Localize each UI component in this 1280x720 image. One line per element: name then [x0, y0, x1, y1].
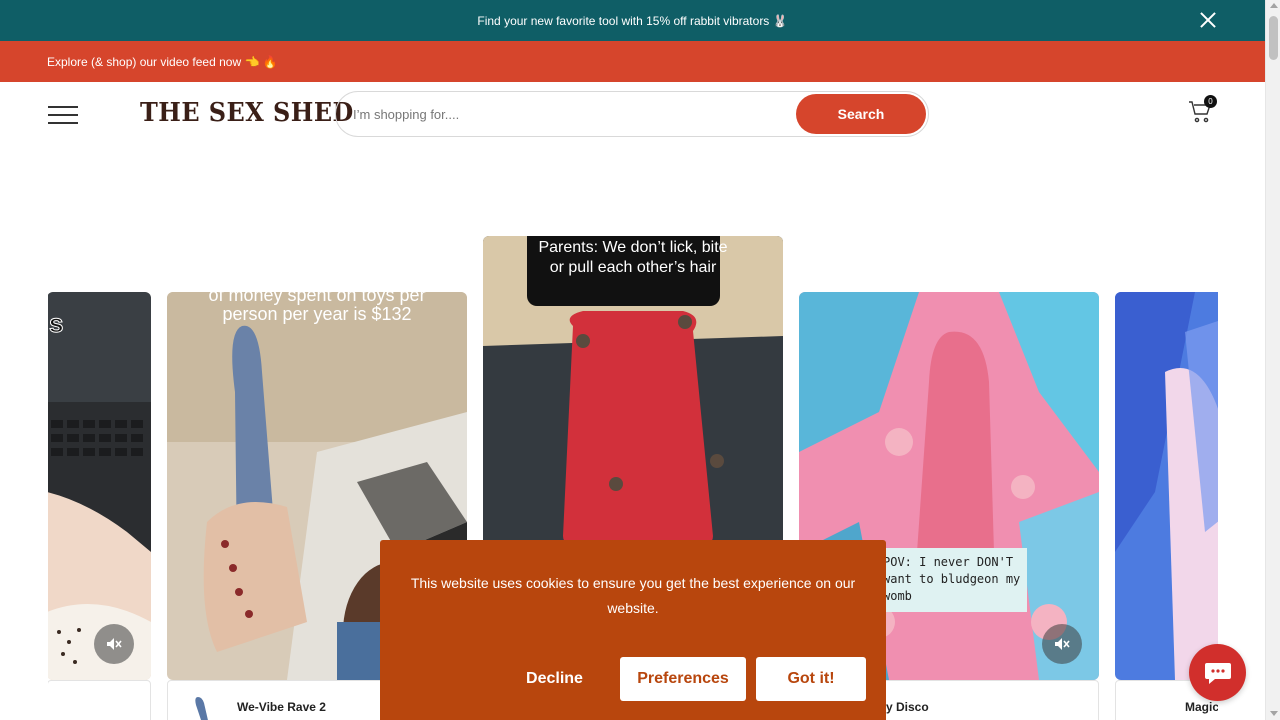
site-header: THE SEX SHED Search 0 — [0, 82, 1265, 146]
chat-icon[interactable] — [1189, 644, 1246, 701]
cookie-message: This website uses cookies to ensure you … — [410, 575, 856, 616]
promo-link[interactable]: Explore (& shop) our video feed now 👈 🔥 — [47, 55, 278, 69]
video-caption: s — [48, 308, 64, 339]
video-thumbnail — [1115, 292, 1218, 680]
video-caption: of money spent on toys per person per ye… — [208, 292, 426, 324]
close-icon[interactable] — [1199, 11, 1217, 29]
product-name[interactable]: Magic — [1185, 700, 1218, 714]
video-caption: Parents: We don’t lick, bite or pull eac… — [538, 239, 728, 276]
announcement-text: Find your new favorite tool with 15% off… — [477, 13, 788, 28]
search-button[interactable]: Search — [796, 94, 926, 134]
promo-bar[interactable]: Explore (& shop) our video feed now 👈 🔥 — [0, 41, 1265, 82]
site-logo[interactable]: THE SEX SHED — [140, 98, 354, 128]
product-name[interactable]: We-Vibe Rave 2 — [237, 700, 326, 714]
cart-count-badge: 0 — [1204, 95, 1217, 108]
page-scrollbar[interactable] — [1265, 0, 1280, 720]
product-name[interactable]: y Disco — [886, 700, 929, 714]
video-thumbnail — [48, 292, 151, 680]
muted-speaker-icon[interactable] — [94, 624, 134, 664]
scroll-up-icon[interactable] — [1270, 3, 1278, 8]
scroll-thumb[interactable] — [1269, 16, 1278, 60]
video-card[interactable] — [1115, 292, 1218, 680]
scroll-down-icon[interactable] — [1270, 711, 1278, 716]
cookie-banner: This website uses cookies to ensure you … — [380, 540, 886, 720]
search-bar: Search — [335, 91, 929, 137]
video-caption: POV: I never DON'T want to bludgeon my w… — [883, 555, 1021, 603]
decline-button[interactable]: Decline — [506, 657, 603, 701]
hamburger-icon[interactable] — [48, 106, 78, 124]
muted-speaker-icon[interactable] — [1042, 624, 1082, 664]
product-bar[interactable] — [48, 680, 151, 720]
preferences-button[interactable]: Preferences — [620, 657, 746, 701]
announcement-bar: Find your new favorite tool with 15% off… — [0, 0, 1265, 41]
video-card[interactable]: s — [48, 292, 151, 680]
accept-cookies-button[interactable]: Got it! — [756, 657, 866, 701]
product-thumbnail — [195, 697, 208, 720]
